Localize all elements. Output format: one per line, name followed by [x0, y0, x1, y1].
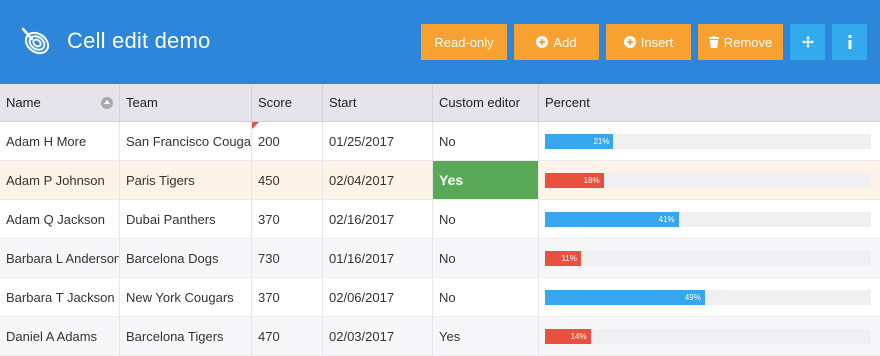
name-cell[interactable]: Barbara T Jackson [0, 278, 120, 316]
start-cell[interactable]: 02/06/2017 [323, 278, 433, 316]
column-header-team[interactable]: Team [120, 84, 252, 121]
custom-editor-cell[interactable]: No [433, 200, 539, 238]
name-cell[interactable]: Adam Q Jackson [0, 200, 120, 238]
plus-circle-icon [536, 36, 549, 48]
name-cell[interactable]: Adam H More [0, 122, 120, 160]
table-row[interactable]: Daniel A Adams Barcelona Tigers 470 02/03/2… [0, 317, 880, 356]
percent-bar-fill: 49% [545, 290, 705, 305]
start-cell[interactable]: 02/16/2017 [323, 200, 433, 238]
start-cell[interactable]: 01/16/2017 [323, 239, 433, 277]
percent-bar-track: 18% [545, 173, 871, 188]
remove-button[interactable]: Remove [698, 24, 783, 60]
score-cell[interactable]: 470 [252, 317, 323, 355]
column-header-score[interactable]: Score [252, 84, 323, 121]
team-cell[interactable]: Barcelona Tigers [120, 317, 252, 355]
column-header-label: Team [126, 95, 158, 110]
score-cell[interactable]: 730 [252, 239, 323, 277]
column-header-custom-editor[interactable]: Custom editor [433, 84, 539, 121]
custom-editor-cell[interactable]: Yes [433, 161, 539, 199]
column-header-label: Start [329, 95, 357, 110]
name-cell[interactable]: Barbara L Anderson [0, 239, 120, 277]
move-button[interactable] [790, 24, 825, 60]
percent-bar-fill: 14% [545, 329, 591, 344]
column-header-start[interactable]: Start [323, 84, 433, 121]
start-cell[interactable]: 02/04/2017 [323, 161, 433, 199]
percent-bar-track: 21% [545, 134, 871, 149]
percent-bar-fill: 11% [545, 251, 581, 266]
custom-editor-cell[interactable]: Yes [433, 317, 539, 355]
column-header-label: Custom editor [439, 95, 520, 110]
custom-editor-cell[interactable]: No [433, 239, 539, 277]
insert-button[interactable]: Insert [606, 24, 691, 60]
team-cell[interactable]: New York Cougars [120, 278, 252, 316]
column-header-percent[interactable]: Percent [539, 84, 880, 121]
start-cell[interactable]: 02/03/2017 [323, 317, 433, 355]
score-cell[interactable]: 370 [252, 200, 323, 238]
table-row[interactable]: Adam Q Jackson Dubai Panthers 370 02/16/201… [0, 200, 880, 239]
score-cell[interactable]: 370 [252, 278, 323, 316]
score-cell[interactable]: 450 [252, 161, 323, 199]
read-only-button[interactable]: Read-only [421, 24, 507, 60]
column-header-label: Name [6, 95, 41, 110]
column-header-label: Score [258, 95, 292, 110]
info-button[interactable] [832, 24, 867, 60]
remove-label: Remove [723, 34, 773, 50]
table-row[interactable]: Barbara L Anderson Barcelona Dogs 730 01/16… [0, 239, 880, 278]
custom-editor-cell[interactable]: No [433, 278, 539, 316]
column-header-label: Percent [545, 95, 590, 110]
read-only-label: Read-only [434, 34, 494, 50]
sort-arrow-icon[interactable] [101, 97, 113, 109]
table-row[interactable]: Adam P Johnson Paris Tigers 450 02/04/2017 Y… [0, 161, 880, 200]
team-cell[interactable]: Barcelona Dogs [120, 239, 252, 277]
percent-bar-track: 41% [545, 212, 871, 227]
start-cell[interactable]: 01/25/2017 [323, 122, 433, 160]
percent-bar-track: 11% [545, 251, 871, 266]
team-cell[interactable]: Dubai Panthers [120, 200, 252, 238]
percent-bar-track: 49% [545, 290, 871, 305]
name-cell[interactable]: Daniel A Adams [0, 317, 120, 355]
percent-bar-fill: 21% [545, 134, 614, 149]
column-header-name[interactable]: Name [0, 84, 120, 121]
grid-header-row: Name Team Score Start Custom editor Perc… [0, 84, 880, 122]
info-icon [848, 35, 851, 49]
team-cell[interactable]: San Francisco Cougars [120, 122, 252, 160]
app-title: Cell edit demo [67, 28, 211, 53]
score-cell[interactable]: 200 [252, 122, 323, 160]
trash-icon [708, 36, 719, 48]
name-cell[interactable]: Adam P Johnson [0, 161, 120, 199]
table-row[interactable]: Barbara T Jackson New York Cougars 370 02/0… [0, 278, 880, 317]
add-button[interactable]: Add [514, 24, 599, 60]
table-row[interactable]: Adam H More San Francisco Cougars 200 01/25… [0, 122, 880, 161]
percent-bar-fill: 18% [545, 173, 604, 188]
team-cell[interactable]: Paris Tigers [120, 161, 252, 199]
add-label: Add [553, 34, 577, 50]
custom-editor-cell[interactable]: No [433, 122, 539, 160]
percent-bar-fill: 41% [545, 212, 679, 227]
plus-circle-icon [623, 36, 636, 48]
logo-icon [21, 27, 50, 55]
move-arrows-icon [801, 36, 814, 48]
insert-label: Insert [640, 34, 674, 50]
percent-bar-track: 14% [545, 329, 871, 344]
changed-cell-marker [252, 122, 259, 129]
